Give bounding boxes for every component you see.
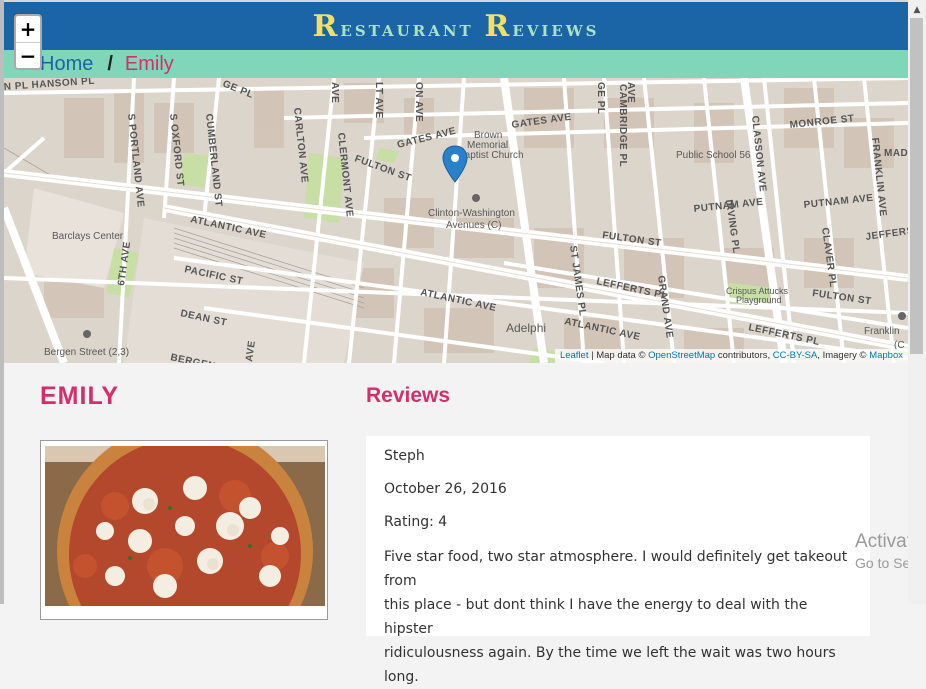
poi-crispus-line2: Playground xyxy=(736,295,782,305)
street-label-lt-ave: LT AVE xyxy=(373,82,384,119)
review-comment-line: ridiculousness again. By the time we lef… xyxy=(384,645,836,685)
review-card: Steph October 26, 2016 Rating: 4 Five st… xyxy=(366,436,870,685)
zoom-out-button[interactable]: − xyxy=(16,43,40,69)
restaurant-photo xyxy=(40,440,328,620)
review-comment-line: Five star food, two star atmosphere. I w… xyxy=(384,549,848,589)
map-zoom-control: + − xyxy=(14,14,42,70)
breadcrumb-current: Emily xyxy=(124,52,174,75)
attribution-data-prefix: Map data © xyxy=(596,350,646,361)
street-label-ge-pl-2: GE PL xyxy=(595,82,606,115)
street-label-on-ave: ON AVE xyxy=(413,82,424,122)
review-comment-line: this place - but dont think I have the e… xyxy=(384,597,808,637)
attribution-imagery: , Imagery © xyxy=(817,350,867,361)
site-header: Restaurant Reviews xyxy=(4,2,908,50)
reviews-title: Reviews xyxy=(366,384,451,407)
restaurant-name: EMILY xyxy=(40,382,120,410)
transit-icon xyxy=(472,194,480,202)
title-initial-r1: R xyxy=(312,8,341,44)
poi-station-line1: Clinton-Washington xyxy=(428,208,515,219)
vertical-scrollbar[interactable]: ▲ xyxy=(908,0,926,604)
title-initial-r2: R xyxy=(484,8,513,44)
cc-by-sa-link[interactable]: CC-BY-SA xyxy=(773,350,818,361)
map-tiles: N PL HANSON PL GE PL AVE LT AVE ON AVE G… xyxy=(4,78,908,363)
transit-icon xyxy=(898,312,906,320)
poi-franklin-station: Franklin xyxy=(864,326,900,337)
scrollbar-thumb[interactable] xyxy=(910,18,923,354)
poi-adelphi: Adelphi xyxy=(506,321,546,335)
poi-school: Public School 56 xyxy=(676,150,751,161)
breadcrumb-home-link[interactable]: Home xyxy=(40,53,93,76)
review-comment: Five star food, two star atmosphere. I w… xyxy=(384,545,852,689)
scroll-up-arrow-icon[interactable]: ▲ xyxy=(908,0,926,18)
street-label-ave-top-2: AVE xyxy=(625,82,636,103)
attribution-separator: | xyxy=(591,350,594,361)
review-date: October 26, 2016 xyxy=(384,481,507,497)
poi-bergen-station: Bergen Street (2,3) xyxy=(44,347,129,358)
title-word-2: eviews xyxy=(512,15,600,42)
review-rating: Rating: 4 xyxy=(384,514,448,530)
openstreetmap-link[interactable]: OpenStreetMap xyxy=(648,350,715,361)
map-attribution: Leaflet | Map data © OpenStreetMap contr… xyxy=(554,349,908,363)
breadcrumb-separator: / xyxy=(107,52,113,75)
transit-icon xyxy=(83,330,91,338)
attribution-contributors: contributors, xyxy=(717,350,771,361)
poi-barclays-center: Barclays Center xyxy=(52,231,124,242)
leaflet-link[interactable]: Leaflet xyxy=(560,350,589,361)
site-title[interactable]: Restaurant Reviews xyxy=(312,9,599,44)
zoom-in-button[interactable]: + xyxy=(16,16,40,43)
pizza-photo xyxy=(45,446,325,606)
mapbox-link[interactable]: Mapbox xyxy=(869,350,903,361)
restaurant-map[interactable]: N PL HANSON PL GE PL AVE LT AVE ON AVE G… xyxy=(4,78,908,363)
poi-church-line3: Baptist Church xyxy=(458,150,524,161)
street-label-ave-top: AVE xyxy=(329,82,340,103)
street-label-mad: MAD xyxy=(884,148,908,159)
breadcrumb: Home / Emily xyxy=(4,50,908,78)
title-word-1: estaurant xyxy=(340,15,485,42)
reviewer-name: Steph xyxy=(384,448,425,464)
poi-station-line2: Avenues (C) xyxy=(446,220,501,231)
